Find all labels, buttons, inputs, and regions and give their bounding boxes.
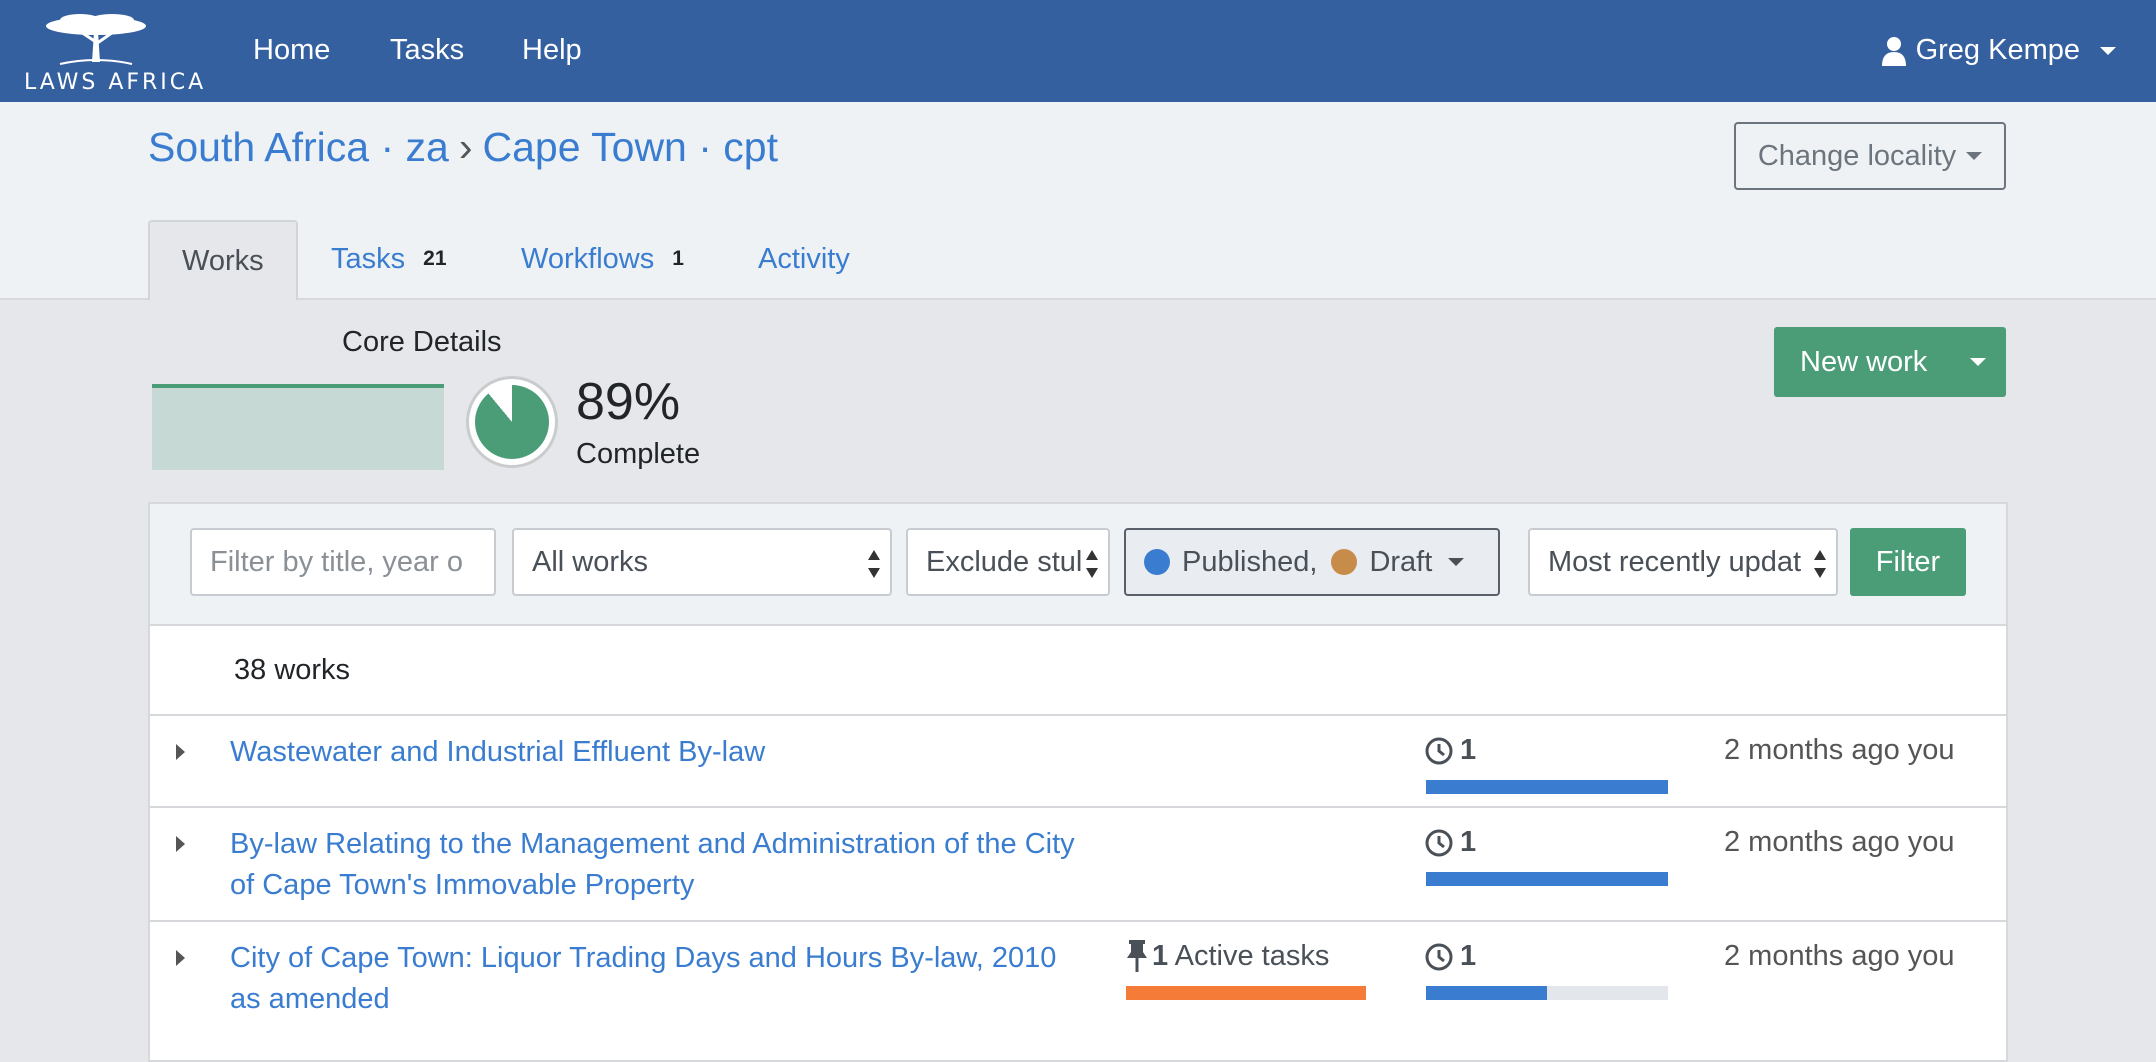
status-published-label: Published, [1182,545,1318,578]
nav-tasks-link[interactable]: Tasks [390,34,464,67]
publication-progress-fill [1426,872,1668,886]
chevron-down-icon [1448,558,1465,566]
work-row[interactable]: By-law Relating to the Management and Ad… [150,806,2006,922]
search-placeholder: Filter by title, year o [210,545,464,578]
publication-progress-fill [1426,986,1547,1000]
active-tasks-label: 1 Active tasks [1152,940,1329,973]
work-title-link[interactable]: City of Cape Town: Liquor Trading Days a… [230,938,1070,1020]
new-work-button[interactable]: New work [1774,327,2006,397]
active-tasks-text: Active tasks [1174,940,1330,972]
completeness-pie [466,376,558,468]
active-tasks-bar [1126,986,1366,1000]
tab-tasks-count: 21 [423,247,447,270]
updated-timestamp: 2 months ago you [1724,940,1955,972]
user-menu[interactable]: Greg Kempe [1881,34,2116,67]
caret-right-icon[interactable] [176,744,185,760]
tab-workflows[interactable]: Workflows 1 [521,220,684,298]
filter-button[interactable]: Filter [1850,528,1966,596]
stubs-value: Exclude stul [926,545,1083,578]
work-title-link[interactable]: By-law Relating to the Management and Ad… [230,824,1090,906]
tab-workflows-count: 1 [672,247,684,270]
tab-works[interactable]: Works [148,220,298,300]
active-tasks-count: 1 [1152,940,1169,972]
publication-progress [1426,780,1668,794]
new-work-dropdown-toggle[interactable] [1950,327,2006,397]
publication-progress-fill [1426,780,1668,794]
tab-activity[interactable]: Activity [758,220,850,298]
breadcrumb-locality[interactable]: Cape Town · cpt [482,124,778,170]
locality-header: South Africa · za › Cape Town · cpt Change… [0,102,2156,300]
caret-right-icon[interactable] [176,950,185,966]
chevron-down-icon [1970,358,1986,366]
chevron-down-icon [2100,46,2116,55]
publication-progress [1426,986,1668,1000]
top-navbar: LAWS AFRICA Home Tasks Help Greg Kempe [0,0,2156,102]
version-count: 1 [1460,826,1477,858]
nav-help-link[interactable]: Help [522,34,582,67]
tab-activity-label: Activity [758,242,850,275]
published-dot-icon [1144,549,1170,575]
sort-value: Most recently updat [1548,545,1802,578]
completeness-label: Complete [576,438,701,470]
user-icon [1881,36,1906,66]
select-arrows-icon [1086,550,1098,578]
laws-africa-logo[interactable]: LAWS AFRICA [24,12,207,96]
status-draft-label: Draft [1369,545,1433,578]
new-work-label: New work [1800,345,1928,378]
work-row[interactable]: City of Cape Town: Liquor Trading Days a… [150,920,2006,1060]
stubs-select[interactable]: Exclude stul [906,528,1110,596]
tab-workflows-label: Workflows [521,242,655,275]
change-locality-label: Change locality [1757,139,1957,172]
pin-icon [1127,940,1147,972]
filter-bar: Filter by title, year o All works Exclud… [150,504,2006,626]
breadcrumb-separator: › [458,124,473,170]
clock-icon [1425,829,1453,857]
user-name: Greg Kempe [1915,34,2080,66]
draft-dot-icon [1331,549,1358,575]
works-count: 38 works [234,654,351,686]
core-details-title: Core Details [342,326,502,358]
version-count: 1 [1460,940,1477,972]
caret-right-icon[interactable] [176,836,185,852]
change-locality-button[interactable]: Change locality [1734,122,2006,190]
works-panel: Filter by title, year o All works Exclud… [148,502,2008,1062]
breadcrumb: South Africa · za › Cape Town · cpt [148,124,778,171]
clock-icon [1425,737,1453,765]
logo-text: LAWS AFRICA [24,70,207,95]
acacia-tree-icon [46,14,146,65]
breadcrumb-country[interactable]: South Africa · za [148,124,449,170]
nav-home-link[interactable]: Home [253,34,330,67]
updated-timestamp: 2 months ago you [1724,734,1955,766]
works-type-select[interactable]: All works [512,528,892,596]
work-row[interactable]: Wastewater and Industrial Effluent By-la… [150,714,2006,808]
select-arrows-icon [1814,550,1826,578]
select-arrows-icon [868,550,880,578]
tab-tasks-label: Tasks [331,242,406,275]
search-input[interactable]: Filter by title, year o [190,528,496,596]
tab-works-label: Works [182,244,264,277]
completeness-percent: 89% [576,373,681,431]
publication-progress [1426,872,1668,886]
completeness-pie-fill [475,385,549,459]
version-count: 1 [1460,734,1477,766]
clock-icon [1425,943,1453,971]
tab-tasks[interactable]: Tasks 21 [331,220,447,298]
status-filter-dropdown[interactable]: Published, Draft [1124,528,1500,596]
works-type-value: All works [532,545,649,578]
chevron-down-icon [1966,152,1983,160]
sort-select[interactable]: Most recently updat [1528,528,1838,596]
updated-timestamp: 2 months ago you [1724,826,1955,858]
completeness-history-chart [152,384,444,470]
work-title-link[interactable]: Wastewater and Industrial Effluent By-la… [230,732,1090,773]
